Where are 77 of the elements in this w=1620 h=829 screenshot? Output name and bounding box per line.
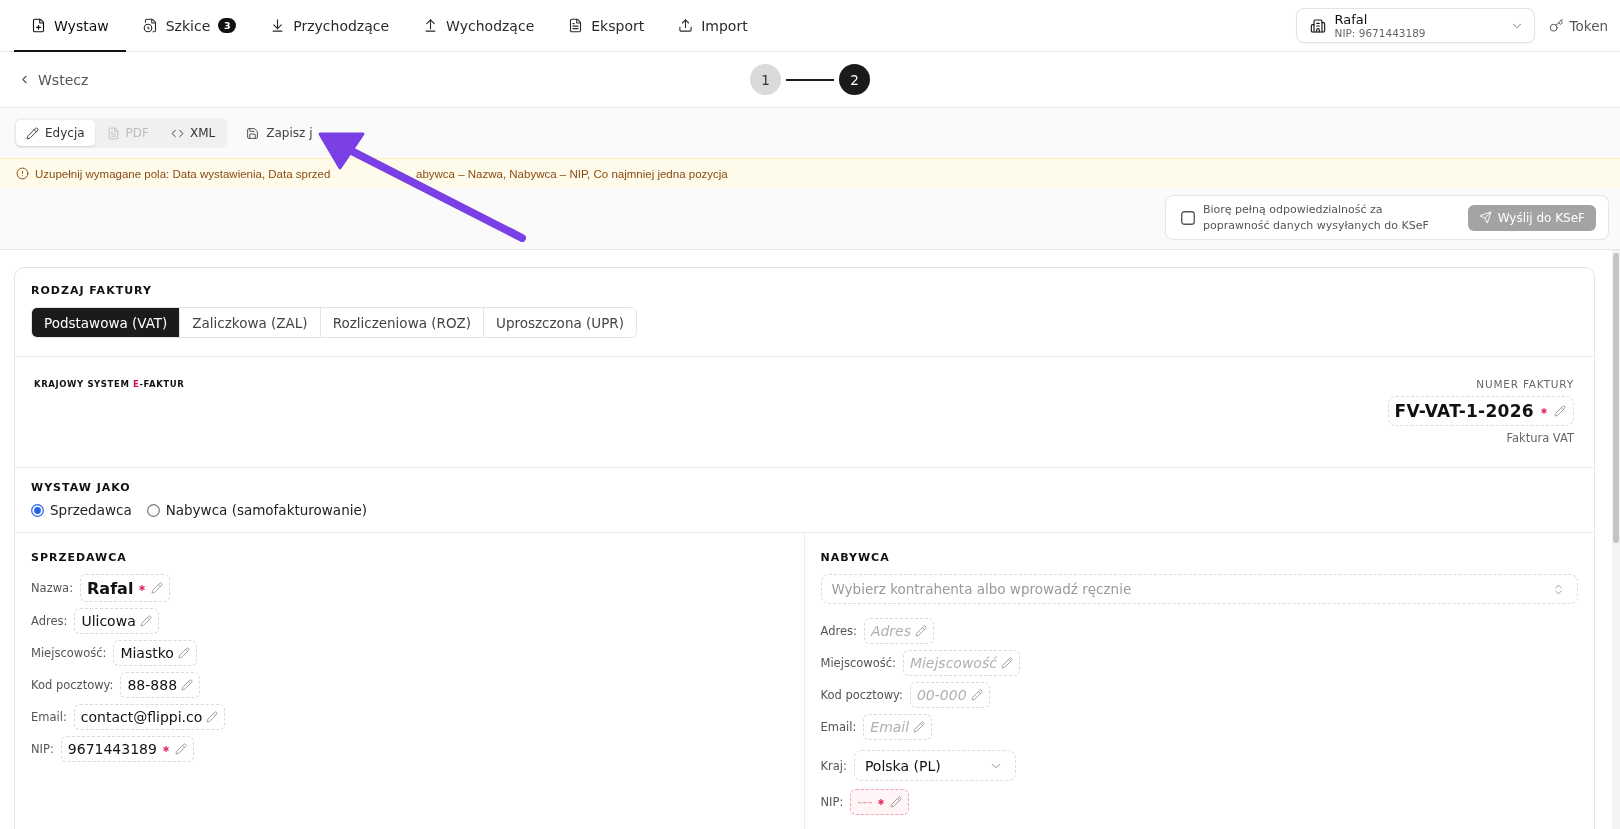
field-label: Kod pocztowy: <box>31 678 114 692</box>
pencil-icon <box>151 582 164 594</box>
view-tab[interactable]: XML <box>161 120 226 146</box>
warning-text: Uzupełnij wymagane pola: Data wystawienia, Data sprzed <box>35 167 331 180</box>
field-label: Adres: <box>820 624 857 638</box>
file-clock-icon <box>142 18 158 33</box>
field-label: NIP: <box>820 795 844 809</box>
pencil-icon <box>174 743 187 755</box>
field-label: Email: <box>31 710 67 724</box>
pencil-icon <box>206 711 219 723</box>
file-text-icon <box>568 18 584 33</box>
key-icon <box>1548 18 1564 33</box>
nav-tab[interactable]: Eksport <box>551 0 662 52</box>
invoice-type-caption: Faktura VAT <box>1506 431 1574 445</box>
count-badge: 3 <box>218 18 237 33</box>
account-select[interactable]: Rafal NIP: 9671443189 <box>1295 8 1535 43</box>
text-field[interactable]: contact@flippi.co <box>73 704 226 730</box>
nav-tab[interactable]: Wystaw <box>14 0 126 52</box>
pencil-icon <box>181 679 194 691</box>
field-label: Adres: <box>31 614 68 628</box>
save-icon <box>246 126 260 140</box>
pencil-icon <box>913 721 926 733</box>
view-tab[interactable]: Edycja <box>16 120 95 146</box>
building-icon <box>1309 17 1326 34</box>
scrollbar[interactable] <box>1612 250 1620 829</box>
text-field[interactable]: 9671443189 <box>60 736 194 762</box>
step-connector <box>786 78 834 81</box>
send-icon <box>1478 211 1492 224</box>
section-title: SPRZEDAWCA <box>31 551 127 565</box>
text-field[interactable]: Rafal <box>80 574 171 602</box>
pencil-icon <box>1000 657 1013 669</box>
radio-option[interactable]: Nabywca (samofakturowanie) <box>146 501 367 519</box>
section-title: NABYWCA <box>820 551 890 565</box>
invoice-type-tab[interactable]: Podstawowa (VAT) <box>32 308 180 337</box>
token-link[interactable]: Token <box>1546 17 1610 34</box>
back-link[interactable]: Wstecz <box>18 71 89 88</box>
file-text-icon <box>106 126 120 140</box>
pencil-icon <box>177 647 190 659</box>
upload-icon <box>678 18 694 33</box>
field-label: Kraj: <box>820 758 847 773</box>
field-label: NIP: <box>31 742 54 756</box>
warning-text: abywca – Nazwa, Nabywca – NIP, Co najmniej jedna pozycja <box>416 167 728 180</box>
chevrons-up-down-icon <box>1552 582 1565 596</box>
scrollbar-thumb[interactable] <box>1613 253 1619 543</box>
section-title: WYSTAW JAKO <box>31 481 131 495</box>
nav-tab[interactable]: Przychodzące <box>253 0 407 52</box>
pencil-icon <box>1554 405 1566 417</box>
step-indicator: 2 <box>839 64 870 95</box>
nav-tab[interactable]: Wychodzące <box>406 0 552 52</box>
step-indicator: 1 <box>750 64 781 95</box>
section-title: RODZAJ FAKTURY <box>31 284 152 298</box>
pencil-icon <box>970 689 983 701</box>
logo-wordmark: KRAJOWY SYSTEM E-FAKTUR <box>34 379 185 389</box>
radio-option[interactable]: Sprzedawca <box>31 501 132 519</box>
pencil-icon <box>915 625 928 637</box>
alert-circle-icon <box>16 167 29 180</box>
nav-tab[interactable]: Import <box>661 0 765 52</box>
consent-checkbox[interactable] <box>1181 210 1195 225</box>
field-label: Miejscowość: <box>31 646 107 660</box>
pencil-icon <box>26 126 39 140</box>
country-select[interactable]: Polska (PL) <box>853 750 1016 781</box>
field-label: Kod pocztowy: <box>820 688 903 702</box>
consent-label: Biorę pełną odpowiedzialność za poprawność danych wysyłanych do KSeF <box>1203 201 1430 234</box>
field-label: NUMER FAKTURY <box>1476 377 1574 391</box>
pencil-icon <box>890 796 903 808</box>
text-field[interactable]: Miastko <box>113 640 197 666</box>
field-label: Email: <box>820 720 857 734</box>
invoice-number-field[interactable]: FV-VAT-1-2026 <box>1387 396 1574 426</box>
pencil-icon <box>139 615 152 627</box>
text-field[interactable]: 88-888 <box>120 672 201 698</box>
save-button[interactable]: Zapisz j <box>238 119 314 147</box>
text-field[interactable]: Ulicowa <box>74 608 159 634</box>
invoice-type-tab[interactable]: Uproszczona (UPR) <box>483 308 636 337</box>
file-plus-icon <box>31 18 46 33</box>
field-label: Nazwa: <box>31 581 73 595</box>
nav-tab[interactable]: Szkice 3 <box>125 0 254 52</box>
field-label: Miejscowość: <box>820 656 896 670</box>
